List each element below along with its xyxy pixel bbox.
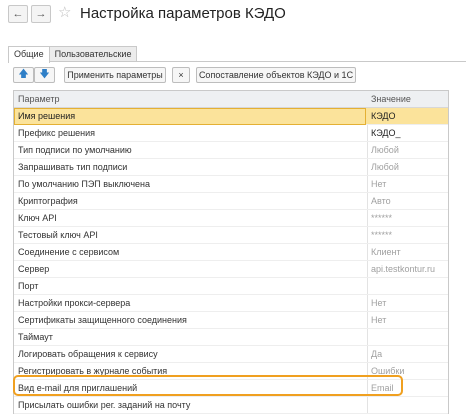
param-name: Криптография [18, 196, 78, 206]
table-row[interactable]: Присылать ошибки рег. заданий на почту [14, 397, 448, 414]
column-header-value[interactable]: Значение [371, 91, 411, 108]
param-value[interactable]: КЭДО_ [371, 125, 401, 142]
param-name: Порт [18, 281, 39, 291]
forward-button[interactable]: → [31, 5, 51, 23]
param-name: Тип подписи по умолчанию [18, 145, 132, 155]
param-name: Тестовый ключ API [18, 230, 98, 240]
param-name: Запрашивать тип подписи [18, 162, 128, 172]
param-value[interactable]: Любой [371, 142, 399, 159]
tab-custom[interactable]: Пользовательские [48, 46, 138, 62]
close-icon: × [178, 70, 184, 80]
table-row[interactable]: Настройки прокси-сервера Нет [14, 295, 448, 312]
arrow-right-icon: → [35, 8, 47, 20]
param-name: Присылать ошибки рег. заданий на почту [18, 400, 191, 410]
param-name: Префикс решения [18, 128, 96, 138]
param-name: Регистрировать в журнале события [18, 366, 168, 376]
param-name: Сервер [18, 264, 50, 274]
param-name: Соединение с сервисом [18, 247, 120, 257]
column-header-param[interactable]: Параметр [18, 91, 60, 108]
arrow-down-icon: 🡇 [39, 68, 50, 80]
param-name: Ключ API [18, 213, 57, 223]
param-value[interactable]: ****** [371, 227, 392, 244]
param-name: Вид e-mail для приглашений [18, 383, 138, 393]
param-name: Логировать обращения к сервису [18, 349, 158, 359]
param-value[interactable]: Нет [371, 312, 386, 329]
table-header: Параметр Значение [14, 91, 448, 108]
table-row[interactable]: Соединение с сервисом Клиент [14, 244, 448, 261]
param-value[interactable]: КЭДО [371, 108, 396, 125]
param-name: Сертификаты защищенного соединения [18, 315, 187, 325]
param-value[interactable]: Ошибки [371, 363, 404, 380]
table-row[interactable]: Имя решения КЭДО [14, 108, 448, 125]
param-value[interactable]: Авто [371, 193, 391, 210]
table-body: Имя решения КЭДО Префикс решения КЭДО_ Тип п… [14, 108, 448, 414]
apply-parameters-button[interactable]: Применить параметры [64, 67, 166, 83]
param-value[interactable]: api.testkontur.ru [371, 261, 435, 278]
table-row[interactable]: Префикс решения КЭДО_ [14, 125, 448, 142]
param-name: Таймаут [18, 332, 53, 342]
tab-divider [8, 61, 466, 62]
param-value[interactable]: ****** [371, 210, 392, 227]
table-row[interactable]: Криптография Авто [14, 193, 448, 210]
table-row[interactable]: Таймаут [14, 329, 448, 346]
favorite-star-icon[interactable]: ☆ [58, 3, 71, 23]
back-button[interactable]: ← [8, 5, 28, 23]
param-value[interactable]: Email [371, 380, 394, 397]
table-row[interactable]: Сервер api.testkontur.ru [14, 261, 448, 278]
param-value[interactable]: Да [371, 346, 382, 363]
table-row[interactable]: Вид e-mail для приглашений Email [14, 380, 448, 397]
table-row[interactable]: Ключ API ****** [14, 210, 448, 227]
param-name: По умолчанию ПЭП выключена [18, 179, 151, 189]
table-row[interactable]: Запрашивать тип подписи Любой [14, 159, 448, 176]
param-name: Имя решения [18, 111, 76, 121]
table-row[interactable]: Тип подписи по умолчанию Любой [14, 142, 448, 159]
table-row[interactable]: Регистрировать в журнале события Ошибки [14, 363, 448, 380]
move-down-button[interactable]: 🡇 [34, 67, 55, 83]
page-title: Настройка параметров КЭДО [80, 5, 286, 22]
table-row[interactable]: Логировать обращения к сервису Да [14, 346, 448, 363]
clear-button[interactable]: × [172, 67, 190, 83]
table-row[interactable]: Сертификаты защищенного соединения Нет [14, 312, 448, 329]
param-value[interactable]: Клиент [371, 244, 401, 261]
tab-bar: Общие Пользовательские [8, 46, 138, 63]
tab-general[interactable]: Общие [8, 46, 50, 63]
match-objects-button[interactable]: Сопоставление объектов КЭДО и 1С [196, 67, 356, 83]
param-value[interactable]: Нет [371, 295, 386, 312]
table-row[interactable]: Тестовый ключ API ****** [14, 227, 448, 244]
table-row[interactable]: По умолчанию ПЭП выключена Нет [14, 176, 448, 193]
table-row[interactable]: Порт [14, 278, 448, 295]
arrow-up-icon: 🡅 [18, 68, 29, 80]
param-value[interactable]: Нет [371, 176, 386, 193]
parameters-table: Параметр Значение Имя решения КЭДО Префикс… [13, 90, 449, 414]
param-value[interactable]: Любой [371, 159, 399, 176]
move-up-button[interactable]: 🡅 [13, 67, 34, 83]
arrow-left-icon: ← [12, 8, 24, 20]
param-name: Настройки прокси-сервера [18, 298, 131, 308]
